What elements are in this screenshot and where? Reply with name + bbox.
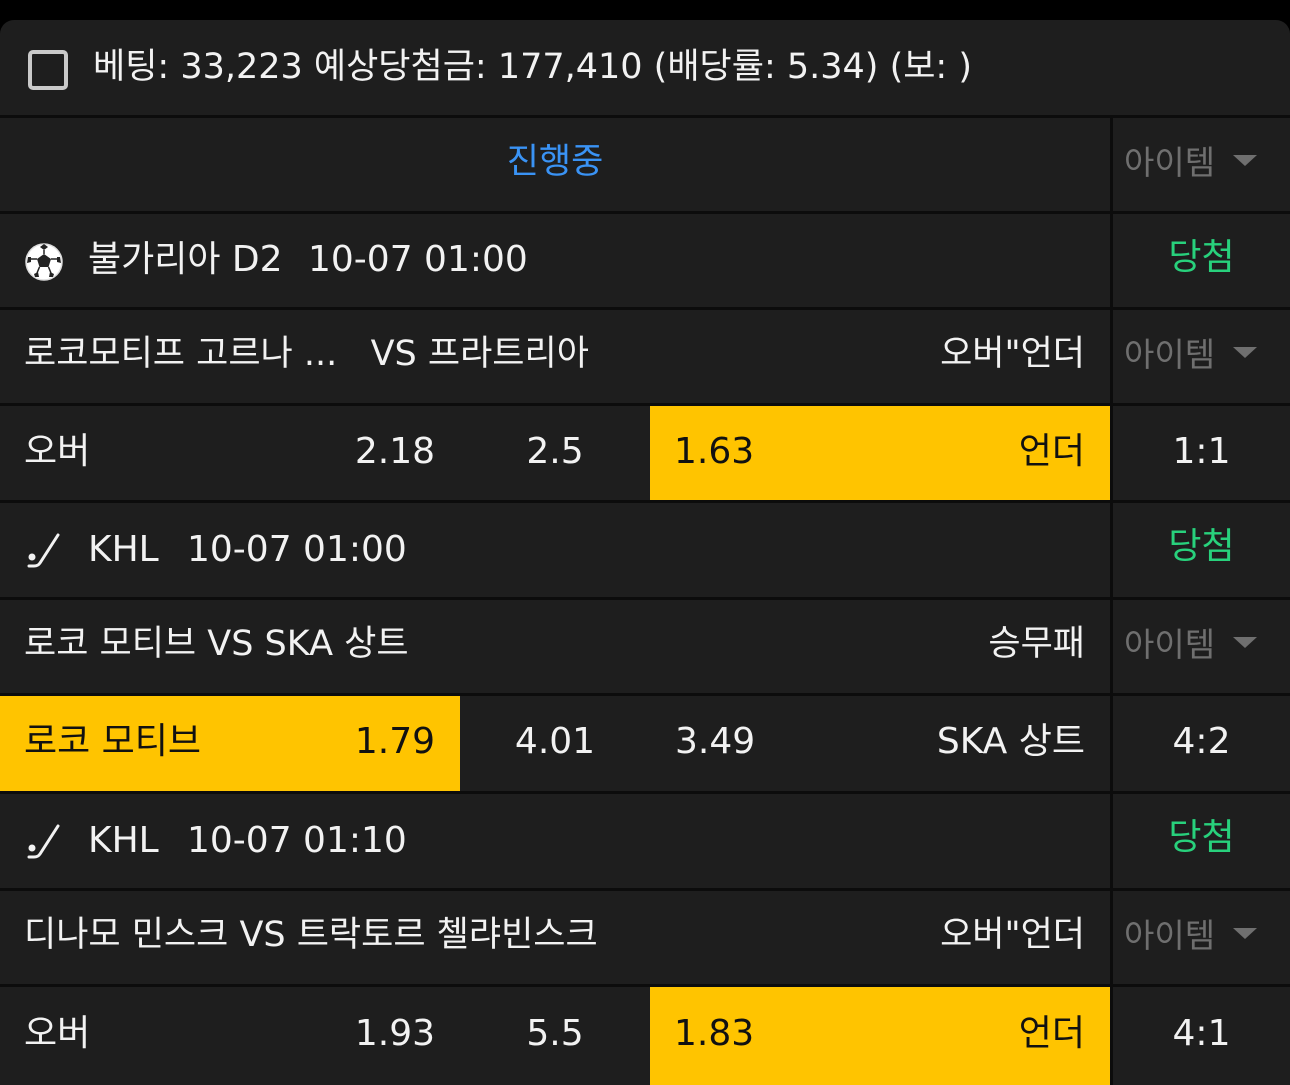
item-dropdown-label: 아이템	[1124, 916, 1216, 955]
game-time: 10-07 01:00	[308, 239, 528, 280]
result-badge: 당첨	[1168, 817, 1235, 858]
odds-mid-value[interactable]: 2.5	[500, 434, 610, 470]
matchup-row: 로코 모티브 VS SKA 상트 승무패 아이템	[0, 600, 1290, 693]
item-dropdown[interactable]: 아이템	[1124, 625, 1258, 664]
item-dropdown[interactable]: 아이템	[1124, 335, 1258, 374]
item-dropdown[interactable]: 아이템	[1124, 916, 1258, 955]
odds-left-label[interactable]: 오버	[24, 1016, 90, 1052]
result-badge: 당첨	[1168, 237, 1235, 278]
matchup-row: 로코모티프 고르나 ... VS 프라트리아 오버"언더 아이템	[0, 310, 1290, 403]
odds-row: 로코 모티브 1.79 4.01 3.49 SKA 상트 4:2	[0, 696, 1290, 791]
odds-right-value[interactable]: 1.83	[674, 1016, 754, 1052]
odds-row: 오버 1.93 5.5 1.83 언더 4:1	[0, 987, 1290, 1085]
odds-right-label[interactable]: 언더	[1019, 1016, 1085, 1052]
matchup-text: 로코모티프 고르나 ... VS 프라트리아	[24, 334, 589, 374]
matchup-text: 디나모 민스크 VS 트락토르 첼랴빈스크	[24, 915, 598, 955]
league-name: KHL	[88, 820, 159, 861]
game-header-row: 불가리아 D2 10-07 01:00 당첨	[0, 214, 1290, 307]
bet-summary-header: 베팅: 33,223 예상당첨금: 177,410 (배당률: 5.34) (보…	[0, 20, 1290, 115]
final-score: 4:1	[1172, 1013, 1231, 1054]
item-dropdown-label: 아이템	[1124, 143, 1216, 182]
matchup-row: 디나모 민스크 VS 트락토르 첼랴빈스크 오버"언더 아이템	[0, 891, 1290, 984]
item-dropdown-label: 아이템	[1124, 625, 1216, 664]
odds-mid-value[interactable]: 4.01	[500, 724, 610, 760]
game-time: 10-07 01:00	[187, 529, 407, 570]
bet-summary-text: 베팅: 33,223 예상당첨금: 177,410 (배당률: 5.34) (보…	[93, 47, 972, 87]
odds-right-label[interactable]: SKA 상트	[937, 724, 1085, 760]
odds-right-label[interactable]: 언더	[1019, 434, 1085, 470]
bet-slip-panel: 베팅: 33,223 예상당첨금: 177,410 (배당률: 5.34) (보…	[0, 20, 1290, 1085]
odds-left-value[interactable]: 2.18	[355, 434, 435, 470]
odds-left-label[interactable]: 로코 모티브	[24, 724, 201, 760]
hockey-stick-icon	[24, 531, 64, 574]
status-tab-row: 진행중 아이템	[0, 118, 1290, 211]
odds-right-value[interactable]: 1.63	[674, 434, 754, 470]
item-dropdown[interactable]: 아이템	[1124, 143, 1258, 182]
result-badge: 당첨	[1168, 526, 1235, 567]
matchup-text: 로코 모티브 VS SKA 상트	[24, 624, 409, 664]
market-type: 오버"언더	[940, 915, 1085, 955]
odds-left-value[interactable]: 1.79	[355, 724, 435, 760]
game-header-row: KHL 10-07 01:00 당첨	[0, 503, 1290, 597]
soccer-ball-icon	[24, 242, 64, 285]
hockey-stick-icon	[24, 822, 64, 865]
chevron-down-icon	[1233, 347, 1258, 358]
game-time: 10-07 01:10	[187, 820, 407, 861]
item-dropdown-label: 아이템	[1124, 335, 1216, 374]
odds-left-label[interactable]: 오버	[24, 434, 90, 470]
league-name: 불가리아 D2	[88, 239, 283, 280]
odds-row: 오버 2.18 2.5 1.63 언더 1:1	[0, 406, 1290, 500]
chevron-down-icon	[1233, 155, 1258, 166]
odds-mid-value[interactable]: 5.5	[500, 1016, 610, 1052]
league-name: KHL	[88, 529, 159, 570]
chevron-down-icon	[1233, 928, 1258, 939]
odds-right-value[interactable]: 3.49	[675, 724, 755, 760]
odds-left-value[interactable]: 1.93	[355, 1016, 435, 1052]
market-type: 승무패	[988, 624, 1085, 664]
final-score: 1:1	[1172, 431, 1231, 472]
tab-in-progress[interactable]: 진행중	[0, 145, 1110, 180]
market-type: 오버"언더	[940, 334, 1085, 374]
game-header-row: KHL 10-07 01:10 당첨	[0, 794, 1290, 888]
select-checkbox[interactable]	[28, 50, 68, 90]
chevron-down-icon	[1233, 637, 1258, 648]
final-score: 4:2	[1172, 721, 1231, 762]
